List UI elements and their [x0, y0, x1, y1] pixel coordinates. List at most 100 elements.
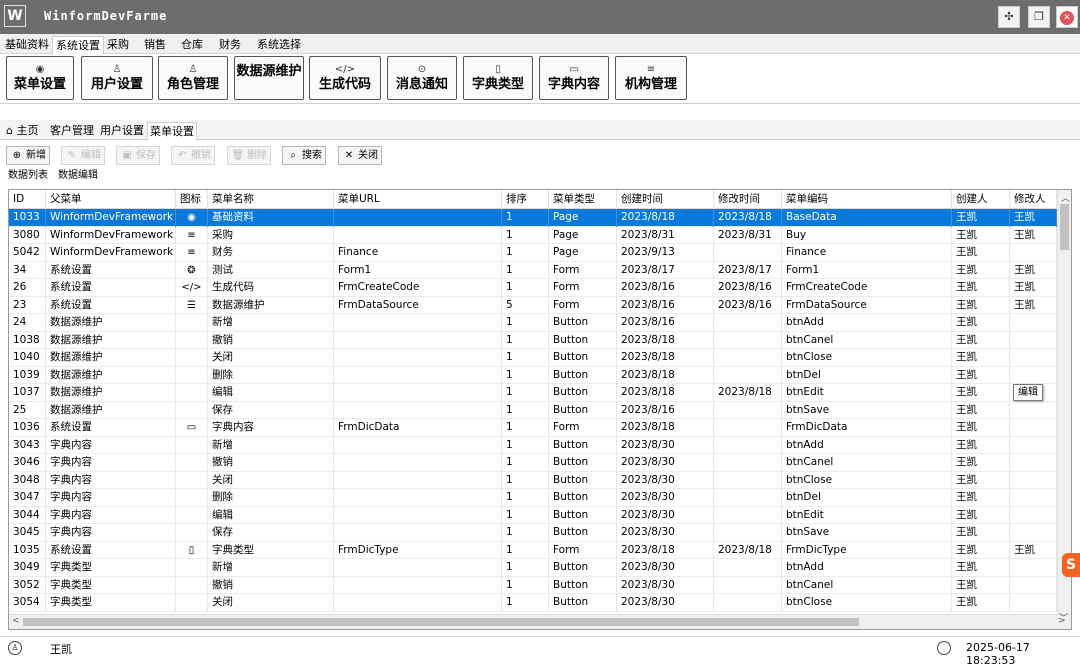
cell-modified[interactable]: 2023/8/31: [714, 226, 782, 244]
cell-id[interactable]: 1040: [9, 349, 46, 367]
cell-code[interactable]: btnSave: [782, 401, 952, 419]
cell-type[interactable]: Button: [549, 331, 617, 349]
cell-url[interactable]: [334, 314, 502, 332]
cell-modified[interactable]: [714, 454, 782, 472]
cell-url[interactable]: FrmDicType: [334, 541, 502, 559]
cell-id[interactable]: 3080: [9, 226, 46, 244]
cell-modifier[interactable]: 王凯: [1010, 209, 1057, 227]
cell-name[interactable]: 关闭: [208, 594, 334, 612]
cell-type[interactable]: Page: [549, 226, 617, 244]
table-row[interactable]: 1040 数据源维护 关闭 1 Button 2023/8/18 btnClose 王凯: [9, 349, 1057, 367]
cell-created[interactable]: 2023/8/30: [617, 454, 714, 472]
cell-modified[interactable]: [714, 524, 782, 542]
cell-sort[interactable]: 1: [502, 209, 549, 227]
cell-created[interactable]: 2023/8/16: [617, 314, 714, 332]
cell-url[interactable]: [334, 594, 502, 612]
cell-creator[interactable]: 王凯: [952, 594, 1010, 612]
cell-type[interactable]: Page: [549, 209, 617, 227]
cell-parent[interactable]: 数据源维护: [46, 366, 176, 384]
cell-id[interactable]: 24: [9, 314, 46, 332]
cell-code[interactable]: FrmDicData: [782, 419, 952, 437]
cell-modifier[interactable]: [1010, 331, 1057, 349]
menu-icon-cell[interactable]: [176, 576, 208, 594]
cell-creator[interactable]: 王凯: [952, 471, 1010, 489]
tab-user-settings[interactable]: 用户设置: [98, 122, 146, 140]
table-row[interactable]: 3044 字典内容 编辑 1 Button 2023/8/30 btnEdit 王凯: [9, 506, 1057, 524]
cell-modifier[interactable]: [1010, 401, 1057, 419]
cell-modified[interactable]: [714, 349, 782, 367]
tab-data-edit[interactable]: 数据编辑: [56, 167, 100, 185]
menu-tab-sales[interactable]: 销售: [141, 36, 169, 54]
cell-modified[interactable]: [714, 489, 782, 507]
cell-url[interactable]: [334, 576, 502, 594]
cell-creator[interactable]: 王凯: [952, 366, 1010, 384]
cell-parent[interactable]: 数据源维护: [46, 384, 176, 402]
cell-created[interactable]: 2023/8/30: [617, 489, 714, 507]
cell-url[interactable]: [334, 506, 502, 524]
cell-name[interactable]: 新增: [208, 559, 334, 577]
table-row[interactable]: 1038 数据源维护 撤销 1 Button 2023/8/18 btnCanel 王凯: [9, 331, 1057, 349]
cell-modifier[interactable]: [1010, 436, 1057, 454]
cell-modifier[interactable]: [1010, 489, 1057, 507]
cell-sort[interactable]: 1: [502, 541, 549, 559]
tab-menu-settings[interactable]: 菜单设置: [147, 122, 197, 140]
cell-modifier[interactable]: 王凯: [1010, 226, 1057, 244]
cell-code[interactable]: Form1: [782, 261, 952, 279]
menu-tab-warehouse[interactable]: 仓库: [178, 36, 206, 54]
cell-name[interactable]: 编辑: [208, 384, 334, 402]
cell-parent[interactable]: 字典内容: [46, 524, 176, 542]
cell-sort[interactable]: 1: [502, 489, 549, 507]
menu-icon-cell[interactable]: [176, 594, 208, 612]
cell-id[interactable]: 3046: [9, 454, 46, 472]
cell-type[interactable]: Button: [549, 489, 617, 507]
cell-parent[interactable]: 字典类型: [46, 559, 176, 577]
input-method-icon[interactable]: S: [1062, 553, 1080, 577]
cell-code[interactable]: btnAdd: [782, 559, 952, 577]
cell-modified[interactable]: [714, 506, 782, 524]
cell-parent[interactable]: 数据源维护: [46, 331, 176, 349]
cell-created[interactable]: 2023/8/17: [617, 261, 714, 279]
close-tab-button[interactable]: ✕ 关闭: [338, 146, 382, 165]
cell-created[interactable]: 2023/8/16: [617, 279, 714, 297]
cell-sort[interactable]: 1: [502, 594, 549, 612]
cell-sort[interactable]: 1: [502, 436, 549, 454]
cell-parent[interactable]: 字典类型: [46, 594, 176, 612]
cell-name[interactable]: 撤销: [208, 331, 334, 349]
cell-type[interactable]: Form: [549, 541, 617, 559]
cell-type[interactable]: Page: [549, 244, 617, 262]
cell-creator[interactable]: 王凯: [952, 454, 1010, 472]
cell-creator[interactable]: 王凯: [952, 436, 1010, 454]
table-row[interactable]: 3048 字典内容 关闭 1 Button 2023/8/30 btnClose 王凯: [9, 471, 1057, 489]
table-row[interactable]: 3052 字典类型 撤销 1 Button 2023/8/30 btnCanel 王凯: [9, 576, 1057, 594]
cell-sort[interactable]: 1: [502, 454, 549, 472]
cell-creator[interactable]: 王凯: [952, 209, 1010, 227]
cell-parent[interactable]: 字典内容: [46, 454, 176, 472]
cell-code[interactable]: btnClose: [782, 594, 952, 612]
cell-code[interactable]: FrmDicType: [782, 541, 952, 559]
cell-creator[interactable]: 王凯: [952, 226, 1010, 244]
cell-sort[interactable]: 1: [502, 366, 549, 384]
delete-button[interactable]: 🗑 删除: [227, 146, 271, 165]
vertical-scrollbar[interactable]: ︿: [1057, 190, 1071, 614]
cell-created[interactable]: 2023/8/31: [617, 226, 714, 244]
cell-name[interactable]: 测试: [208, 261, 334, 279]
menu-icon-cell[interactable]: [176, 559, 208, 577]
cell-modified[interactable]: 2023/8/18: [714, 209, 782, 227]
vertical-scroll-thumb[interactable]: [1060, 204, 1069, 250]
table-row[interactable]: 24 数据源维护 新增 1 Button 2023/8/16 btnAdd 王凯: [9, 314, 1057, 332]
cell-url[interactable]: [334, 489, 502, 507]
cell-created[interactable]: 2023/8/30: [617, 559, 714, 577]
menu-tab-system-select[interactable]: 系统选择: [254, 36, 304, 54]
cell-type[interactable]: Button: [549, 366, 617, 384]
menu-icon-cell[interactable]: [176, 471, 208, 489]
cell-code[interactable]: btnEdit: [782, 384, 952, 402]
cell-type[interactable]: Button: [549, 594, 617, 612]
table-row[interactable]: 5042 WinformDevFramework ≡ 财务 Finance 1 Page 20…: [9, 244, 1057, 262]
menu-icon-cell[interactable]: ≡: [176, 244, 208, 262]
cell-parent[interactable]: 字典内容: [46, 489, 176, 507]
cell-id[interactable]: 1036: [9, 419, 46, 437]
cell-name[interactable]: 撤销: [208, 576, 334, 594]
cell-type[interactable]: Form: [549, 296, 617, 314]
table-row[interactable]: 3045 字典内容 保存 1 Button 2023/8/30 btnSave 王凯: [9, 524, 1057, 542]
cell-created[interactable]: 2023/8/30: [617, 594, 714, 612]
